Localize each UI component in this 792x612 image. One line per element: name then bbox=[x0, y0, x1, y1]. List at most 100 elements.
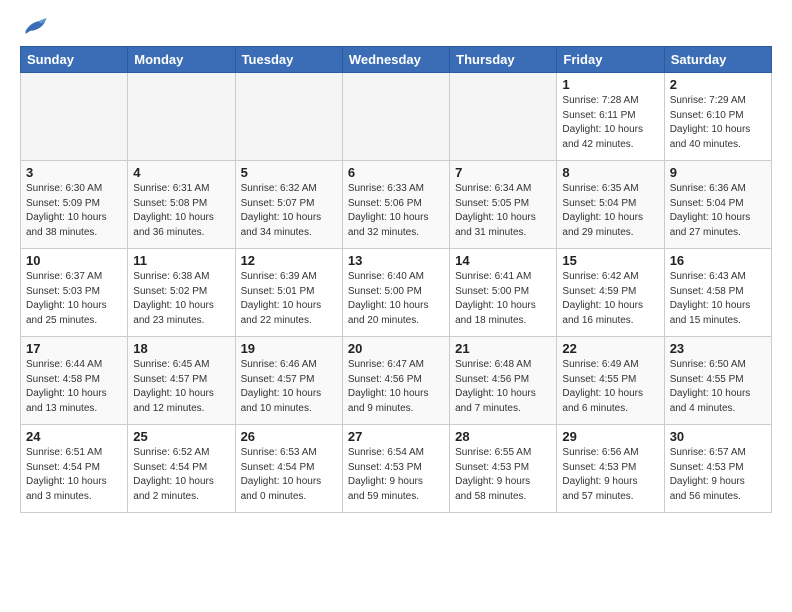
day-info: Sunrise: 6:54 AM Sunset: 4:53 PM Dayligh… bbox=[348, 446, 444, 504]
calendar-cell-5-5: 28 Sunrise: 6:55 AM Sunset: 4:53 PM Dayli… bbox=[450, 425, 557, 513]
day-number: 7 bbox=[455, 165, 551, 180]
calendar-cell-3-7: 16 Sunrise: 6:43 AM Sunset: 4:58 PM Dayli… bbox=[664, 249, 771, 337]
calendar-cell-1-6: 1 Sunrise: 7:28 AM Sunset: 6:11 PM Daylig… bbox=[557, 73, 664, 161]
day-number: 28 bbox=[455, 429, 551, 444]
calendar-cell-4-2: 18 Sunrise: 6:45 AM Sunset: 4:57 PM Dayli… bbox=[128, 337, 235, 425]
calendar-cell-2-1: 3 Sunrise: 6:30 AM Sunset: 5:09 PM Daylig… bbox=[21, 161, 128, 249]
day-number: 5 bbox=[241, 165, 337, 180]
day-info: Sunrise: 6:52 AM Sunset: 4:54 PM Dayligh… bbox=[133, 446, 229, 504]
day-number: 4 bbox=[133, 165, 229, 180]
calendar-cell-3-2: 11 Sunrise: 6:38 AM Sunset: 5:02 PM Dayli… bbox=[128, 249, 235, 337]
calendar: SundayMondayTuesdayWednesdayThursdayFrid… bbox=[20, 46, 772, 513]
day-info: Sunrise: 6:47 AM Sunset: 4:56 PM Dayligh… bbox=[348, 358, 444, 416]
calendar-header-thursday: Thursday bbox=[450, 47, 557, 73]
day-info: Sunrise: 6:57 AM Sunset: 4:53 PM Dayligh… bbox=[670, 446, 766, 504]
day-number: 20 bbox=[348, 341, 444, 356]
calendar-cell-5-4: 27Sunrise: 6:54 AM Sunset: 4:53 PM Dayli… bbox=[342, 425, 449, 513]
day-info: Sunrise: 6:50 AM Sunset: 4:55 PM Dayligh… bbox=[670, 358, 766, 416]
day-info: Sunrise: 6:33 AM Sunset: 5:06 PM Dayligh… bbox=[348, 182, 444, 240]
day-number: 15 bbox=[562, 253, 658, 268]
calendar-cell-2-2: 4 Sunrise: 6:31 AM Sunset: 5:08 PM Daylig… bbox=[128, 161, 235, 249]
day-number: 6 bbox=[348, 165, 444, 180]
calendar-cell-3-5: 14 Sunrise: 6:41 AM Sunset: 5:00 PM Dayli… bbox=[450, 249, 557, 337]
day-number: 10 bbox=[26, 253, 122, 268]
day-number: 17 bbox=[26, 341, 122, 356]
day-number: 19 bbox=[241, 341, 337, 356]
calendar-week-1: 1 Sunrise: 7:28 AM Sunset: 6:11 PM Daylig… bbox=[21, 73, 772, 161]
day-info: Sunrise: 6:53 AM Sunset: 4:54 PM Dayligh… bbox=[241, 446, 337, 504]
day-number: 30 bbox=[670, 429, 766, 444]
calendar-cell-4-6: 22Sunrise: 6:49 AM Sunset: 4:55 PM Dayli… bbox=[557, 337, 664, 425]
calendar-cell-4-4: 20 Sunrise: 6:47 AM Sunset: 4:56 PM Dayli… bbox=[342, 337, 449, 425]
calendar-cell-4-7: 23 Sunrise: 6:50 AM Sunset: 4:55 PM Dayli… bbox=[664, 337, 771, 425]
day-info: Sunrise: 6:37 AM Sunset: 5:03 PM Dayligh… bbox=[26, 270, 122, 328]
calendar-header-friday: Friday bbox=[557, 47, 664, 73]
page: SundayMondayTuesdayWednesdayThursdayFrid… bbox=[0, 0, 792, 529]
day-number: 29 bbox=[562, 429, 658, 444]
day-info: Sunrise: 7:28 AM Sunset: 6:11 PM Dayligh… bbox=[562, 94, 658, 152]
calendar-week-2: 3 Sunrise: 6:30 AM Sunset: 5:09 PM Daylig… bbox=[21, 161, 772, 249]
calendar-cell-5-1: 24 Sunrise: 6:51 AM Sunset: 4:54 PM Dayli… bbox=[21, 425, 128, 513]
day-info: Sunrise: 6:31 AM Sunset: 5:08 PM Dayligh… bbox=[133, 182, 229, 240]
day-number: 12 bbox=[241, 253, 337, 268]
logo-text bbox=[20, 16, 50, 36]
day-number: 22 bbox=[562, 341, 658, 356]
calendar-cell-4-5: 21Sunrise: 6:48 AM Sunset: 4:56 PM Dayli… bbox=[450, 337, 557, 425]
calendar-week-4: 17 Sunrise: 6:44 AM Sunset: 4:58 PM Dayli… bbox=[21, 337, 772, 425]
day-number: 18 bbox=[133, 341, 229, 356]
calendar-cell-5-3: 26 Sunrise: 6:53 AM Sunset: 4:54 PM Dayli… bbox=[235, 425, 342, 513]
day-number: 23 bbox=[670, 341, 766, 356]
day-number: 1 bbox=[562, 77, 658, 92]
day-info: Sunrise: 7:29 AM Sunset: 6:10 PM Dayligh… bbox=[670, 94, 766, 152]
calendar-week-3: 10 Sunrise: 6:37 AM Sunset: 5:03 PM Dayli… bbox=[21, 249, 772, 337]
calendar-cell-2-7: 9 Sunrise: 6:36 AM Sunset: 5:04 PM Daylig… bbox=[664, 161, 771, 249]
calendar-cell-2-3: 5Sunrise: 6:32 AM Sunset: 5:07 PM Daylig… bbox=[235, 161, 342, 249]
day-number: 14 bbox=[455, 253, 551, 268]
calendar-cell-1-7: 2 Sunrise: 7:29 AM Sunset: 6:10 PM Daylig… bbox=[664, 73, 771, 161]
logo bbox=[20, 16, 50, 36]
day-info: Sunrise: 6:39 AM Sunset: 5:01 PM Dayligh… bbox=[241, 270, 337, 328]
calendar-cell-1-3 bbox=[235, 73, 342, 161]
day-number: 8 bbox=[562, 165, 658, 180]
calendar-cell-4-1: 17 Sunrise: 6:44 AM Sunset: 4:58 PM Dayli… bbox=[21, 337, 128, 425]
day-number: 3 bbox=[26, 165, 122, 180]
day-info: Sunrise: 6:38 AM Sunset: 5:02 PM Dayligh… bbox=[133, 270, 229, 328]
calendar-cell-4-3: 19Sunrise: 6:46 AM Sunset: 4:57 PM Dayli… bbox=[235, 337, 342, 425]
calendar-cell-1-4 bbox=[342, 73, 449, 161]
calendar-header-wednesday: Wednesday bbox=[342, 47, 449, 73]
day-number: 13 bbox=[348, 253, 444, 268]
day-info: Sunrise: 6:56 AM Sunset: 4:53 PM Dayligh… bbox=[562, 446, 658, 504]
calendar-header-sunday: Sunday bbox=[21, 47, 128, 73]
calendar-cell-1-5 bbox=[450, 73, 557, 161]
day-number: 9 bbox=[670, 165, 766, 180]
day-number: 24 bbox=[26, 429, 122, 444]
day-info: Sunrise: 6:42 AM Sunset: 4:59 PM Dayligh… bbox=[562, 270, 658, 328]
day-info: Sunrise: 6:34 AM Sunset: 5:05 PM Dayligh… bbox=[455, 182, 551, 240]
calendar-cell-3-1: 10 Sunrise: 6:37 AM Sunset: 5:03 PM Dayli… bbox=[21, 249, 128, 337]
header bbox=[20, 16, 772, 36]
calendar-cell-3-4: 13 Sunrise: 6:40 AM Sunset: 5:00 PM Dayli… bbox=[342, 249, 449, 337]
day-number: 26 bbox=[241, 429, 337, 444]
day-info: Sunrise: 6:35 AM Sunset: 5:04 PM Dayligh… bbox=[562, 182, 658, 240]
calendar-header-row: SundayMondayTuesdayWednesdayThursdayFrid… bbox=[21, 47, 772, 73]
calendar-header-saturday: Saturday bbox=[664, 47, 771, 73]
day-info: Sunrise: 6:40 AM Sunset: 5:00 PM Dayligh… bbox=[348, 270, 444, 328]
day-number: 2 bbox=[670, 77, 766, 92]
day-info: Sunrise: 6:44 AM Sunset: 4:58 PM Dayligh… bbox=[26, 358, 122, 416]
day-info: Sunrise: 6:36 AM Sunset: 5:04 PM Dayligh… bbox=[670, 182, 766, 240]
calendar-cell-3-6: 15 Sunrise: 6:42 AM Sunset: 4:59 PM Dayli… bbox=[557, 249, 664, 337]
calendar-cell-3-3: 12 Sunrise: 6:39 AM Sunset: 5:01 PM Dayli… bbox=[235, 249, 342, 337]
calendar-cell-2-6: 8 Sunrise: 6:35 AM Sunset: 5:04 PM Daylig… bbox=[557, 161, 664, 249]
day-number: 11 bbox=[133, 253, 229, 268]
logo-bird-icon bbox=[24, 16, 48, 36]
day-number: 21 bbox=[455, 341, 551, 356]
day-info: Sunrise: 6:55 AM Sunset: 4:53 PM Dayligh… bbox=[455, 446, 551, 504]
day-info: Sunrise: 6:41 AM Sunset: 5:00 PM Dayligh… bbox=[455, 270, 551, 328]
day-info: Sunrise: 6:43 AM Sunset: 4:58 PM Dayligh… bbox=[670, 270, 766, 328]
calendar-cell-1-1 bbox=[21, 73, 128, 161]
day-info: Sunrise: 6:51 AM Sunset: 4:54 PM Dayligh… bbox=[26, 446, 122, 504]
day-number: 16 bbox=[670, 253, 766, 268]
day-info: Sunrise: 6:30 AM Sunset: 5:09 PM Dayligh… bbox=[26, 182, 122, 240]
calendar-header-monday: Monday bbox=[128, 47, 235, 73]
day-info: Sunrise: 6:45 AM Sunset: 4:57 PM Dayligh… bbox=[133, 358, 229, 416]
